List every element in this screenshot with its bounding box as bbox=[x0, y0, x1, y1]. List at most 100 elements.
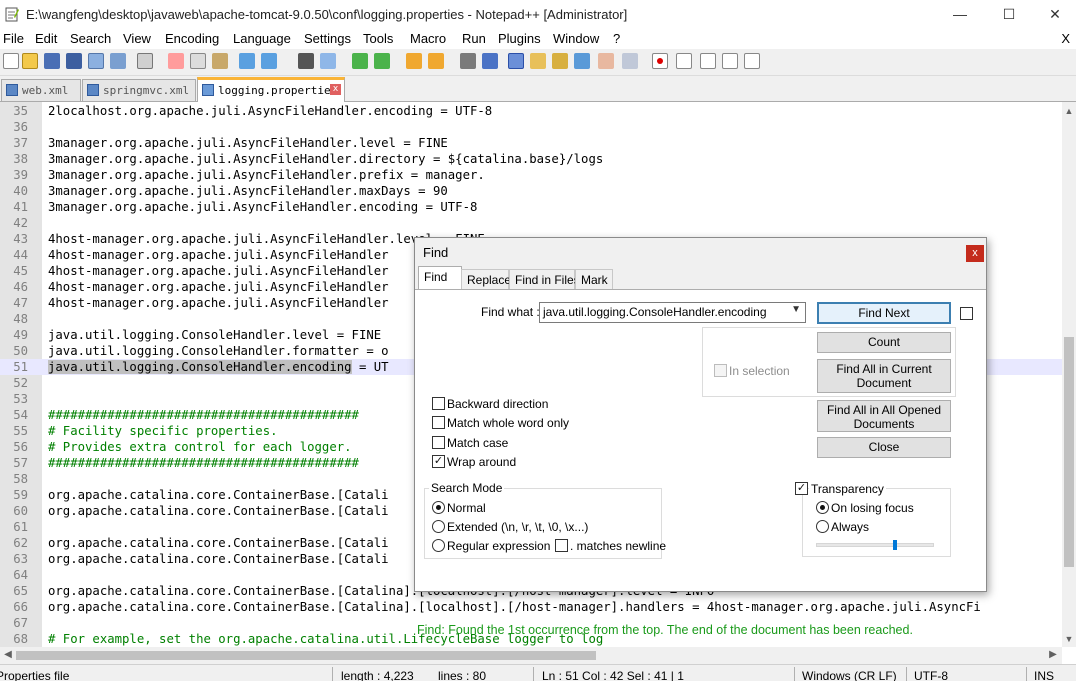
match-case-checkbox[interactable] bbox=[432, 436, 445, 449]
find-next-button[interactable]: Find Next bbox=[817, 302, 951, 324]
save-all-icon[interactable] bbox=[66, 53, 82, 69]
scroll-right-icon[interactable]: ▶ bbox=[1046, 648, 1060, 662]
matches-newline-label: . matches newline bbox=[570, 539, 667, 553]
menu-plugins[interactable]: Plugins bbox=[498, 31, 541, 46]
menu-tools[interactable]: Tools bbox=[363, 31, 393, 46]
find-what-combobox[interactable]: java.util.logging.ConsoleHandler.encodin… bbox=[539, 302, 806, 323]
close-all-icon[interactable] bbox=[110, 53, 126, 69]
minimize-button[interactable]: — bbox=[937, 2, 983, 28]
code-line[interactable]: 35 2localhost.org.apache.juli.AsyncFileHa… bbox=[0, 103, 1062, 119]
match-whole-word-checkbox[interactable] bbox=[432, 416, 445, 429]
scroll-down-icon[interactable]: ▼ bbox=[1062, 632, 1076, 646]
code-line[interactable]: 36 bbox=[0, 119, 1062, 135]
find-all-in-all-opened-documents-button[interactable]: Find All in All Opened Documents bbox=[817, 400, 951, 432]
sync-vertical-icon[interactable] bbox=[406, 53, 422, 69]
wrap-around-checkbox[interactable]: ✓ bbox=[432, 455, 445, 468]
find-icon[interactable] bbox=[298, 53, 314, 69]
search-mode-normal-radio[interactable] bbox=[432, 501, 445, 514]
close-document-button[interactable]: X bbox=[1061, 31, 1070, 46]
redo-icon[interactable] bbox=[261, 53, 277, 69]
record-macro-icon[interactable] bbox=[652, 53, 668, 69]
in-selection-checkbox[interactable] bbox=[714, 364, 727, 377]
close-file-icon[interactable] bbox=[88, 53, 104, 69]
menu-file[interactable]: File bbox=[3, 31, 24, 46]
indent-guide-icon[interactable] bbox=[508, 53, 524, 69]
maximize-button[interactable]: ☐ bbox=[986, 2, 1032, 28]
save-icon[interactable] bbox=[44, 53, 60, 69]
cut-icon[interactable] bbox=[168, 53, 184, 69]
transparency-slider-thumb[interactable] bbox=[893, 540, 897, 550]
tab-find[interactable]: Find bbox=[418, 266, 462, 290]
line-text: 4host-manager.org.apache.juli.AsyncFileH… bbox=[48, 296, 389, 310]
chevron-down-icon[interactable]: ▼ bbox=[791, 304, 801, 315]
new-file-icon[interactable] bbox=[3, 53, 19, 69]
tab-springmvc-xml[interactable]: springmvc.xml bbox=[82, 79, 196, 101]
dialog-close-button[interactable]: x bbox=[966, 245, 984, 262]
search-mode-regex-radio[interactable] bbox=[432, 539, 445, 552]
user-language-icon[interactable] bbox=[530, 53, 546, 69]
document-map-icon[interactable] bbox=[552, 53, 568, 69]
menu-macro[interactable]: Macro bbox=[410, 31, 446, 46]
close-button[interactable]: Close bbox=[817, 437, 951, 458]
code-line[interactable]: 38 3manager.org.apache.juli.AsyncFileHand… bbox=[0, 151, 1062, 167]
replace-icon[interactable] bbox=[320, 53, 336, 69]
code-line[interactable]: 41 3manager.org.apache.juli.AsyncFileHand… bbox=[0, 199, 1062, 215]
horizontal-scroll-thumb[interactable] bbox=[16, 651, 596, 660]
tab-web-xml[interactable]: web.xml bbox=[1, 79, 81, 101]
open-file-icon[interactable] bbox=[22, 53, 38, 69]
undo-icon[interactable] bbox=[239, 53, 255, 69]
sync-horizontal-icon[interactable] bbox=[428, 53, 444, 69]
search-mode-extended-radio[interactable] bbox=[432, 520, 445, 533]
folder-as-workspace-icon[interactable] bbox=[598, 53, 614, 69]
tab-replace[interactable]: Replace bbox=[461, 269, 511, 289]
zoom-out-icon[interactable] bbox=[374, 53, 390, 69]
vertical-scroll-thumb[interactable] bbox=[1064, 337, 1074, 567]
menu-window[interactable]: Window bbox=[553, 31, 599, 46]
menu-settings[interactable]: Settings bbox=[304, 31, 351, 46]
run-macro-multiple-icon[interactable] bbox=[722, 53, 738, 69]
count-button[interactable]: Count bbox=[817, 332, 951, 353]
show-all-characters-icon[interactable] bbox=[482, 53, 498, 69]
code-line[interactable]: 42 bbox=[0, 215, 1062, 231]
tab-logging-properties[interactable]: logging.properties x bbox=[197, 77, 345, 102]
paste-icon[interactable] bbox=[212, 53, 228, 69]
print-icon[interactable] bbox=[137, 53, 153, 69]
tab-find-in-files[interactable]: Find in Files bbox=[509, 269, 580, 289]
line-number: 39 bbox=[13, 168, 28, 182]
dialog-pin-checkbox[interactable] bbox=[960, 307, 973, 320]
matches-newline-checkbox[interactable] bbox=[555, 539, 568, 552]
menu-search[interactable]: Search bbox=[70, 31, 111, 46]
word-wrap-icon[interactable] bbox=[460, 53, 476, 69]
close-tab-icon[interactable]: x bbox=[330, 84, 341, 95]
scroll-left-icon[interactable]: ◀ bbox=[1, 648, 15, 662]
menu-language[interactable]: Language bbox=[233, 31, 291, 46]
vertical-scrollbar[interactable]: ▲ ▼ bbox=[1062, 102, 1076, 647]
code-line[interactable]: 39 3manager.org.apache.juli.AsyncFileHand… bbox=[0, 167, 1062, 183]
monitoring-icon[interactable] bbox=[622, 53, 638, 69]
transparency-always-radio[interactable] bbox=[816, 520, 829, 533]
find-all-in-current-document-button[interactable]: Find All in Current Document bbox=[817, 359, 951, 393]
scroll-up-icon[interactable]: ▲ bbox=[1062, 104, 1076, 118]
copy-icon[interactable] bbox=[190, 53, 206, 69]
transparency-checkbox[interactable]: ✓ bbox=[795, 482, 808, 495]
stop-macro-icon[interactable] bbox=[676, 53, 692, 69]
menu-edit[interactable]: Edit bbox=[35, 31, 57, 46]
backward-direction-checkbox[interactable] bbox=[432, 397, 445, 410]
code-line[interactable]: 37 3manager.org.apache.juli.AsyncFileHand… bbox=[0, 135, 1062, 151]
code-line[interactable]: 66 org.apache.catalina.core.ContainerBase… bbox=[0, 599, 1062, 615]
horizontal-scrollbar[interactable]: ◀ ▶ bbox=[0, 647, 1062, 664]
transparency-slider-track[interactable] bbox=[816, 543, 934, 547]
menu-help[interactable]: ? bbox=[613, 31, 620, 46]
tab-mark[interactable]: Mark bbox=[575, 269, 613, 289]
transparency-on-losing-focus-radio[interactable] bbox=[816, 501, 829, 514]
find-panel: Find what : java.util.logging.ConsoleHan… bbox=[415, 289, 986, 637]
menu-view[interactable]: View bbox=[123, 31, 151, 46]
save-macro-icon[interactable] bbox=[744, 53, 760, 69]
close-window-button[interactable]: ✕ bbox=[1032, 2, 1076, 28]
menu-encoding[interactable]: Encoding bbox=[165, 31, 219, 46]
code-line[interactable]: 40 3manager.org.apache.juli.AsyncFileHand… bbox=[0, 183, 1062, 199]
playback-macro-icon[interactable] bbox=[700, 53, 716, 69]
zoom-in-icon[interactable] bbox=[352, 53, 368, 69]
menu-run[interactable]: Run bbox=[462, 31, 486, 46]
function-list-icon[interactable] bbox=[574, 53, 590, 69]
